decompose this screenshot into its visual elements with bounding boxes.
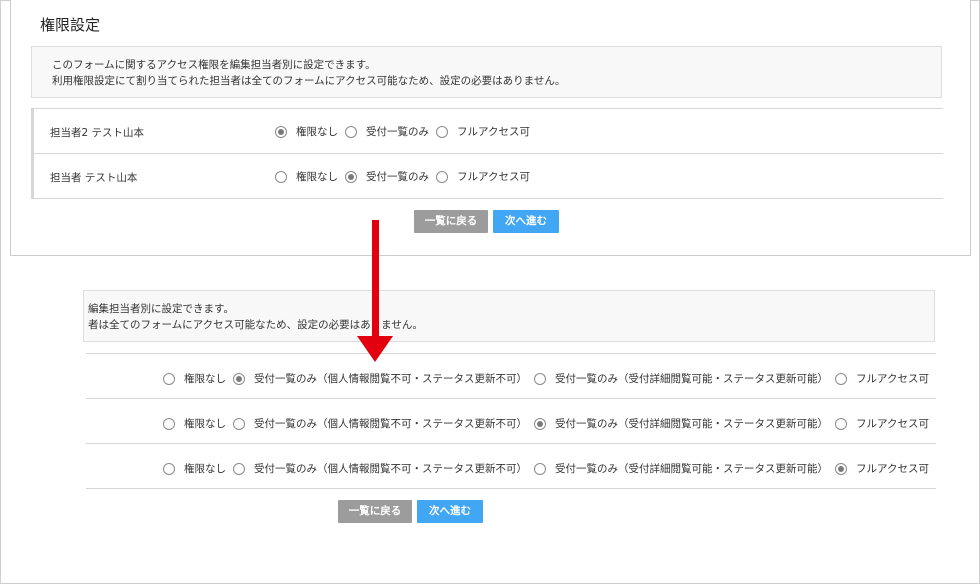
radio-button[interactable] bbox=[163, 462, 175, 475]
permission-radio-group: 権限なし 受付一覧のみ フルアクセス可 bbox=[275, 169, 537, 184]
radio-option-list-only-detail[interactable]: 受付一覧のみ（受付詳細閲覧可能・ステータス更新可能） bbox=[534, 416, 828, 431]
assignee-name: 担当者2 テスト山本 bbox=[50, 127, 145, 139]
radio-button[interactable] bbox=[534, 372, 546, 385]
radio-label: フルアクセス可 bbox=[856, 463, 929, 475]
radio-label: 権限なし bbox=[296, 171, 338, 183]
radio-button[interactable] bbox=[345, 125, 357, 138]
radio-option-full-access[interactable]: フルアクセス可 bbox=[436, 169, 530, 184]
radio-button[interactable] bbox=[163, 417, 175, 430]
radio-option-list-only[interactable]: 受付一覧のみ bbox=[345, 124, 429, 139]
radio-button[interactable] bbox=[233, 417, 245, 430]
zoomed-permission-table: 権限なし 受付一覧のみ（個人情報閲覧不可・ステータス更新不可） 受付一覧のみ（受… bbox=[86, 353, 936, 489]
info-note-line: このフォームに関するアクセス権限を編集担当者別に設定できます。 bbox=[52, 59, 376, 71]
zoomed-info-note: 編集担当者別に設定できます。 者は全てのフォームにアクセス可能なため、設定の必要… bbox=[83, 290, 935, 342]
radio-label: 権限なし bbox=[184, 463, 226, 475]
back-to-list-button[interactable]: 一覧に戻る bbox=[414, 210, 488, 233]
radio-label: フルアクセス可 bbox=[856, 373, 929, 385]
info-note: このフォームに関するアクセス権限を編集担当者別に設定できます。 利用権限設定にて… bbox=[31, 46, 942, 98]
radio-option-list-only[interactable]: 受付一覧のみ bbox=[345, 169, 429, 184]
radio-label: 受付一覧のみ bbox=[366, 126, 429, 138]
radio-label: 権限なし bbox=[184, 418, 226, 430]
radio-button[interactable] bbox=[345, 170, 357, 183]
arrow-down-icon bbox=[372, 220, 379, 342]
radio-option-no-access[interactable]: 権限なし bbox=[163, 416, 226, 431]
radio-button[interactable] bbox=[163, 372, 175, 385]
radio-option-full-access[interactable]: フルアクセス可 bbox=[835, 416, 929, 431]
radio-option-full-access[interactable]: フルアクセス可 bbox=[436, 124, 530, 139]
radio-label: 受付一覧のみ（個人情報閲覧不可・ステータス更新不可） bbox=[254, 463, 527, 475]
table-row: 担当者2 テスト山本 権限なし 受付一覧のみ フルアクセス可 bbox=[34, 109, 943, 154]
table-row: 担当者 テスト山本 権限なし 受付一覧のみ フルアクセス可 bbox=[34, 154, 943, 199]
radio-label: 受付一覧のみ（受付詳細閲覧可能・ステータス更新可能） bbox=[555, 373, 828, 385]
arrow-head-icon bbox=[357, 336, 393, 362]
radio-label: 受付一覧のみ（受付詳細閲覧可能・ステータス更新可能） bbox=[555, 463, 828, 475]
zoomed-next-button[interactable]: 次へ進む bbox=[417, 500, 483, 523]
info-note-line: 編集担当者別に設定できます。 bbox=[88, 303, 234, 315]
permission-table: 担当者2 テスト山本 権限なし 受付一覧のみ フルアクセス可 担当者 テスト山本… bbox=[31, 108, 943, 199]
radio-label: フルアクセス可 bbox=[856, 418, 929, 430]
radio-option-full-access[interactable]: フルアクセス可 bbox=[835, 461, 929, 476]
info-note-line: 利用権限設定にて割り当てられた担当者は全てのフォームにアクセス可能なため、設定の… bbox=[52, 75, 566, 87]
info-note-line: 者は全てのフォームにアクセス可能なため、設定の必要はありません。 bbox=[88, 319, 423, 331]
radio-label: 権限なし bbox=[296, 126, 338, 138]
radio-option-full-access[interactable]: フルアクセス可 bbox=[835, 371, 929, 386]
radio-button[interactable] bbox=[835, 417, 847, 430]
radio-option-list-only-detail[interactable]: 受付一覧のみ（受付詳細閲覧可能・ステータス更新可能） bbox=[534, 371, 828, 386]
radio-option-no-access[interactable]: 権限なし bbox=[275, 124, 338, 139]
radio-button[interactable] bbox=[233, 462, 245, 475]
zoomed-back-to-list-button[interactable]: 一覧に戻る bbox=[338, 500, 412, 523]
radio-option-list-only-restricted[interactable]: 受付一覧のみ（個人情報閲覧不可・ステータス更新不可） bbox=[233, 416, 527, 431]
radio-option-list-only-restricted[interactable]: 受付一覧のみ（個人情報閲覧不可・ステータス更新不可） bbox=[233, 371, 527, 386]
radio-button[interactable] bbox=[436, 125, 448, 138]
radio-button[interactable] bbox=[233, 372, 245, 385]
radio-button[interactable] bbox=[275, 170, 287, 183]
permission-radio-group: 権限なし 受付一覧のみ（個人情報閲覧不可・ステータス更新不可） 受付一覧のみ（受… bbox=[163, 371, 936, 386]
radio-option-no-access[interactable]: 権限なし bbox=[275, 169, 338, 184]
radio-label: 権限なし bbox=[184, 373, 226, 385]
radio-button[interactable] bbox=[534, 417, 546, 430]
radio-button[interactable] bbox=[534, 462, 546, 475]
radio-button[interactable] bbox=[835, 372, 847, 385]
radio-label: 受付一覧のみ bbox=[366, 171, 429, 183]
permission-radio-group: 権限なし 受付一覧のみ（個人情報閲覧不可・ステータス更新不可） 受付一覧のみ（受… bbox=[163, 416, 936, 431]
next-button[interactable]: 次へ進む bbox=[493, 210, 559, 233]
assignee-name: 担当者 テスト山本 bbox=[50, 172, 138, 184]
radio-label: フルアクセス可 bbox=[457, 171, 530, 183]
radio-option-no-access[interactable]: 権限なし bbox=[163, 461, 226, 476]
radio-button[interactable] bbox=[275, 125, 287, 138]
table-row: 権限なし 受付一覧のみ（個人情報閲覧不可・ステータス更新不可） 受付一覧のみ（受… bbox=[86, 399, 936, 444]
radio-button[interactable] bbox=[436, 170, 448, 183]
page-title: 権限設定 bbox=[40, 16, 101, 34]
radio-option-list-only-restricted[interactable]: 受付一覧のみ（個人情報閲覧不可・ステータス更新不可） bbox=[233, 461, 527, 476]
radio-label: 受付一覧のみ（個人情報閲覧不可・ステータス更新不可） bbox=[254, 373, 527, 385]
radio-label: フルアクセス可 bbox=[457, 126, 530, 138]
radio-button[interactable] bbox=[835, 462, 847, 475]
radio-option-no-access[interactable]: 権限なし bbox=[163, 371, 226, 386]
radio-label: 受付一覧のみ（個人情報閲覧不可・ステータス更新不可） bbox=[254, 418, 527, 430]
radio-label: 受付一覧のみ（受付詳細閲覧可能・ステータス更新可能） bbox=[555, 418, 828, 430]
table-row: 権限なし 受付一覧のみ（個人情報閲覧不可・ステータス更新不可） 受付一覧のみ（受… bbox=[86, 444, 936, 489]
table-row: 権限なし 受付一覧のみ（個人情報閲覧不可・ステータス更新不可） 受付一覧のみ（受… bbox=[86, 354, 936, 399]
radio-option-list-only-detail[interactable]: 受付一覧のみ（受付詳細閲覧可能・ステータス更新可能） bbox=[534, 461, 828, 476]
permission-radio-group: 権限なし 受付一覧のみ フルアクセス可 bbox=[275, 124, 537, 139]
permission-radio-group: 権限なし 受付一覧のみ（個人情報閲覧不可・ステータス更新不可） 受付一覧のみ（受… bbox=[163, 461, 936, 476]
